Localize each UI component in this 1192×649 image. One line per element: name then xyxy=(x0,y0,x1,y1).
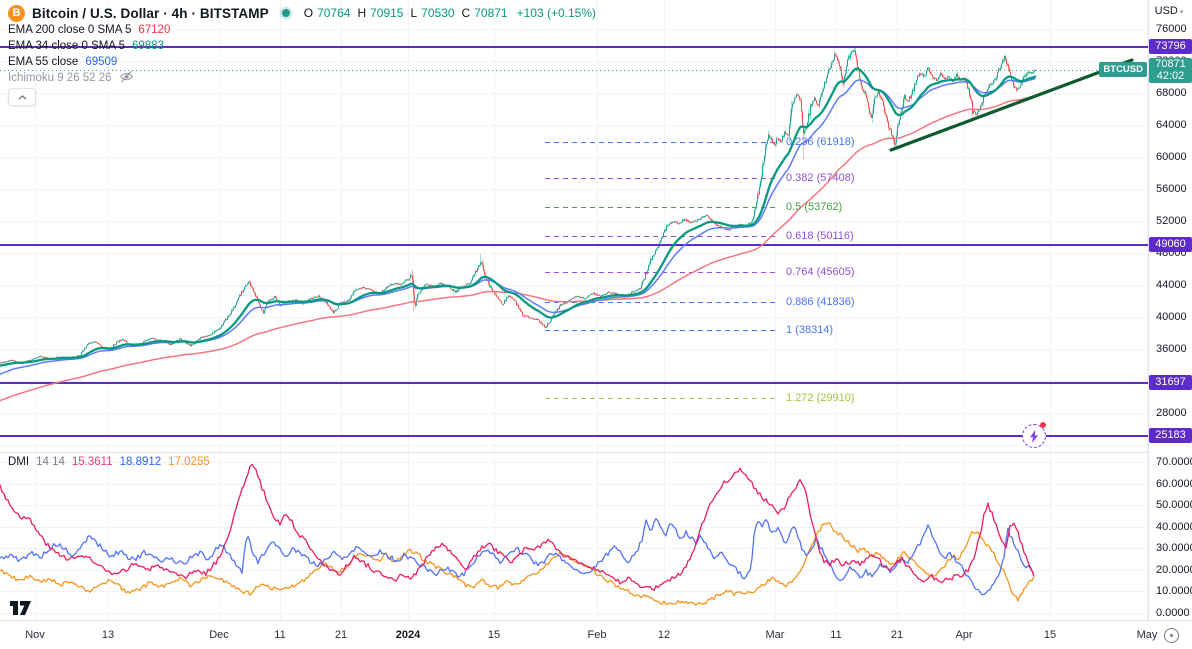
symbol-header[interactable]: B Bitcoin / U.S. Dollar · 4h · BITSTAMP … xyxy=(8,4,596,22)
price-tick: 60000 xyxy=(1156,151,1187,163)
dmi-value-plus: 15.3611 xyxy=(71,456,113,468)
time-tick: Nov xyxy=(25,629,45,641)
ohlc-open-value: 70764 xyxy=(317,6,351,20)
price-level-badge: 31697 xyxy=(1149,375,1192,391)
price-tick: 68000 xyxy=(1156,87,1187,99)
time-tick: 21 xyxy=(890,629,904,641)
indicator-value: 69883 xyxy=(131,40,164,52)
time-tick: 11 xyxy=(830,629,842,641)
time-tick: 2024 xyxy=(395,629,421,641)
dmi-value-minus: 18.8912 xyxy=(119,456,162,468)
fib-level-label: 0.382 (57408) xyxy=(786,171,855,184)
candlestick-canvas[interactable] xyxy=(0,0,1148,620)
dmi-tick: 40.0000 xyxy=(1156,520,1192,533)
indicator-value: 69509 xyxy=(85,56,118,68)
indicator-row-ema55[interactable]: EMA 55 close 69509 xyxy=(8,55,117,69)
dmi-tick: 50.0000 xyxy=(1156,499,1192,512)
time-tick: 11 xyxy=(274,629,286,641)
price-tick: 36000 xyxy=(1156,343,1187,355)
fib-level-label: 0.236 (61918) xyxy=(786,135,855,148)
time-tick: Mar xyxy=(765,629,785,641)
ohlc-change: +103 (+0.15%) xyxy=(516,6,596,20)
time-tick: 13 xyxy=(101,629,115,641)
bar-countdown: 42:02 xyxy=(1156,69,1185,82)
dmi-tick: 10.0000 xyxy=(1156,585,1192,598)
fib-level-label: 0.618 (50116) xyxy=(786,230,854,243)
time-tick: Apr xyxy=(955,629,973,641)
price-axis[interactable]: USD▾ 76000720006800064000600005600052000… xyxy=(1148,0,1192,620)
tradingview-logo[interactable] xyxy=(10,600,32,616)
ohlc-open-label: O xyxy=(303,6,314,20)
time-tick: 21 xyxy=(334,629,348,641)
tradingview-chart-window: B Bitcoin / U.S. Dollar · 4h · BITSTAMP … xyxy=(0,0,1192,649)
dmi-tick: 30.0000 xyxy=(1156,542,1192,555)
current-price-value: 70871 xyxy=(1155,58,1186,71)
eye-off-icon[interactable] xyxy=(119,70,134,86)
bitcoin-logo-icon: B xyxy=(8,4,25,22)
price-tick: 40000 xyxy=(1156,311,1187,323)
dmi-tick: 70.0000 xyxy=(1156,456,1192,469)
price-tick: 52000 xyxy=(1156,215,1187,227)
chevron-down-icon: ▾ xyxy=(1179,9,1184,16)
dmi-params: 14 14 xyxy=(36,456,65,468)
price-tick: 76000 xyxy=(1156,23,1187,35)
pane-divider[interactable] xyxy=(0,452,1192,453)
indicator-value: 67120 xyxy=(138,24,171,36)
price-tick: 44000 xyxy=(1156,279,1187,291)
lightning-bolt-icon xyxy=(1030,429,1038,443)
price-level-badge: 25183 xyxy=(1149,427,1192,443)
price-tick: 56000 xyxy=(1156,183,1187,195)
time-tick: May xyxy=(1136,629,1158,641)
ohlc-low-label: L xyxy=(410,6,418,20)
price-level-badge: 49060 xyxy=(1149,236,1192,252)
ohlc-low-value: 70530 xyxy=(421,6,455,20)
indicator-name: EMA 200 close 0 SMA 5 xyxy=(8,24,132,36)
ohlc-values: O 70764 H 70915 L 70530 C 70871 +103 (+0.15%… xyxy=(304,6,596,20)
time-tick: 12 xyxy=(657,629,671,641)
time-tick: Dec xyxy=(209,629,229,641)
fib-level-label: 0.5 (53762) xyxy=(786,200,843,213)
dmi-value-adx: 17.0255 xyxy=(168,456,210,468)
dmi-label: DMI xyxy=(8,456,30,468)
dmi-indicator-row[interactable]: DMI 14 14 15.3611 18.8912 17.0255 xyxy=(8,456,210,468)
ohlc-close-label: C xyxy=(461,6,471,20)
dmi-tick: 0.0000 xyxy=(1156,607,1190,619)
symbol-title[interactable]: Bitcoin / U.S. Dollar · 4h · BITSTAMP xyxy=(32,6,269,21)
market-status-dot-icon[interactable] xyxy=(281,9,290,17)
ohlc-close-value: 70871 xyxy=(474,6,508,20)
indicator-name: Ichimoku 9 26 52 26 xyxy=(8,72,112,84)
indicator-row-ema200[interactable]: EMA 200 close 0 SMA 5 67120 xyxy=(8,23,170,37)
price-level-badge: 73796 xyxy=(1149,38,1192,54)
price-tick: 28000 xyxy=(1156,407,1187,419)
fib-level-label: 0.886 (41836) xyxy=(786,296,855,309)
ohlc-high-value: 70915 xyxy=(370,6,404,20)
dmi-tick: 20.0000 xyxy=(1156,563,1192,576)
indicator-name: EMA 34 close 0 SMA 5 xyxy=(8,40,125,52)
fib-level-label: 1.272 (29910) xyxy=(786,391,855,404)
event-alert-dot xyxy=(1040,422,1046,428)
indicator-row-ichimoku[interactable]: Ichimoku 9 26 52 26 xyxy=(8,70,134,86)
indicator-name: EMA 55 close xyxy=(8,56,79,68)
chart-pane[interactable] xyxy=(0,0,1148,620)
current-price-badge: 70871 42:02 xyxy=(1149,58,1192,84)
currency-selector[interactable]: USD ▾ xyxy=(1149,5,1189,17)
indicator-row-ema34[interactable]: EMA 34 close 0 SMA 5 69883 xyxy=(8,39,164,53)
ohlc-high-label: H xyxy=(357,6,367,20)
time-tick: 15 xyxy=(487,629,501,641)
chevron-up-icon xyxy=(18,94,26,99)
dmi-tick: 60.0000 xyxy=(1156,477,1192,490)
time-tick: Feb xyxy=(587,629,607,641)
price-tick: 64000 xyxy=(1156,119,1187,131)
collapse-indicators-button[interactable] xyxy=(8,88,36,106)
time-axis[interactable]: Nov 13 Dec 11 21 2024 15 Feb 12 Mar 11 21 Apr 15 May xyxy=(0,620,1192,649)
time-tick: 15 xyxy=(1043,629,1057,641)
fib-level-label: 0.764 (45605) xyxy=(786,266,855,279)
price-line-symbol-tag: BTCUSD xyxy=(1099,62,1147,78)
timezone-clock-icon[interactable] xyxy=(1164,628,1179,643)
fib-level-label: 1 (38314) xyxy=(786,324,834,337)
